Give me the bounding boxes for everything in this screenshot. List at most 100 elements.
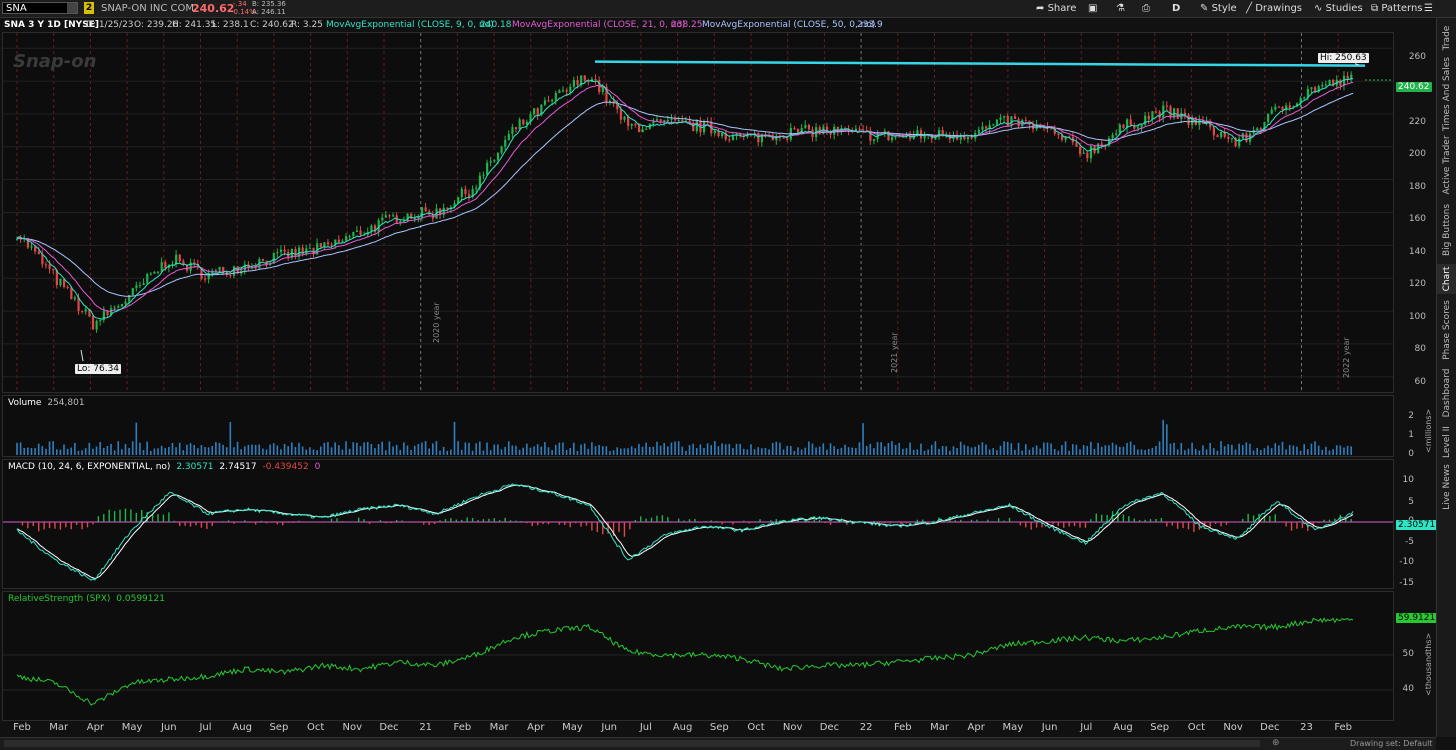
macd-tag: 2.30571 [1396, 520, 1438, 530]
ema9-label[interactable]: MovAvgExponential (CLOSE, 9, 0, no) [326, 18, 494, 32]
time-axis-label: Apr [86, 722, 105, 733]
volume-bar [439, 450, 441, 455]
patterns-button[interactable]: ⧉ Patterns [1371, 1, 1423, 16]
volume-bar [627, 448, 629, 455]
macd-histogram-bar [59, 522, 62, 530]
macd-histogram-bar [119, 509, 121, 522]
price-panel[interactable]: Snap-on Hi: 250.63 Lo: 76.34 2020 year 2… [2, 32, 1394, 393]
volume-bar [862, 423, 864, 455]
volume-bar [750, 444, 752, 455]
ohlc-date: D: 1/25/23 [86, 20, 134, 30]
volume-bar [424, 441, 427, 455]
flask-icon[interactable]: ⚗ [1116, 1, 1125, 16]
rs-label[interactable]: RelativeStrength (SPX) [8, 594, 110, 604]
style-button[interactable]: ✎ Style [1200, 1, 1237, 16]
scrollbar-track[interactable] [4, 740, 1260, 747]
candle-body [1256, 128, 1259, 130]
volume-bar [395, 444, 398, 455]
macd-axis[interactable]: 10 5 0 -5 -10 -15 2.30571 [1394, 459, 1438, 589]
volume-bar [970, 447, 973, 455]
macd-signal-line [16, 484, 1354, 579]
menu-icon[interactable]: ☰ [1424, 1, 1433, 16]
sidebar-tab-live-news[interactable]: Live News [1437, 464, 1456, 510]
volume-bar [587, 448, 590, 455]
snapshot-icon[interactable]: ▣ [1088, 1, 1097, 16]
price-axis[interactable]: 260 240 220 200 180 160 140 120 100 80 6… [1394, 32, 1432, 393]
sidebar-tab-label: Level II [1442, 426, 1452, 458]
macd-histogram-bar [1144, 519, 1146, 522]
volume-panel[interactable]: Volume 254,801 [2, 395, 1394, 457]
volume-bar [652, 446, 655, 455]
candle-body [659, 119, 662, 122]
volume-bar [356, 442, 358, 455]
horizontal-scrollbar[interactable]: ⊕ Drawing set: Default [0, 737, 1436, 750]
candle-body [341, 240, 344, 242]
sidebar-tab-level-ii[interactable]: Level II [1437, 424, 1456, 460]
volume-bar [262, 448, 264, 455]
sidebar-tab-phase-scores[interactable]: Phase Scores [1437, 298, 1456, 362]
time-axis-label: 22 [859, 722, 873, 733]
sidebar-tab-chart[interactable]: Chart [1437, 264, 1456, 294]
volume-bar [1133, 444, 1136, 455]
volume-bar [1231, 444, 1233, 455]
studies-icon: ∿ [1314, 3, 1326, 14]
volume-bar [388, 441, 391, 455]
volume-bar [677, 441, 680, 455]
volume-bar [1325, 446, 1327, 455]
macd-histogram-bar [987, 519, 989, 522]
volume-bar [1238, 443, 1240, 455]
volume-bar [869, 443, 872, 455]
macd-histogram-bar [1171, 522, 1173, 526]
sidebar-tab-trade[interactable]: Trade [1437, 18, 1456, 58]
share-button[interactable]: ➦ Share [1036, 1, 1076, 16]
rs-axis[interactable]: 50 40 59.9121 <thousandths> [1394, 591, 1438, 721]
sidebar-tab-big-buttons[interactable]: Big Buttons [1437, 202, 1456, 258]
volume-bar [688, 445, 691, 455]
sidebar-tab-dashboard[interactable]: Dashboard [1437, 366, 1456, 420]
volume-bar [1245, 442, 1248, 455]
candle-body [1270, 109, 1273, 114]
volume-bar [229, 421, 232, 455]
chevron-down-icon[interactable] [67, 3, 77, 13]
ema50-label[interactable]: MovAvgExponential (CLOSE, 50, 0, no) [702, 18, 875, 32]
macd-histogram-bar [412, 522, 414, 523]
drawings-button[interactable]: ╱ Drawings [1246, 1, 1302, 16]
sidebar-tab-label: Trade [1442, 25, 1452, 51]
drawing-set-status[interactable]: Drawing set: Default [1350, 739, 1433, 748]
symbol-input[interactable]: SNA [2, 2, 78, 14]
sidebar-tab-times-and-sales[interactable]: Times And Sales [1437, 57, 1456, 131]
macd-value: 2.30571 [176, 462, 214, 472]
volume-bar [739, 443, 741, 455]
volume-bar [764, 448, 767, 455]
volume-bar [1281, 441, 1284, 455]
volume-label[interactable]: Volume [8, 398, 41, 408]
link-group-badge[interactable]: 2 [84, 2, 94, 14]
macd-histogram-bar [16, 522, 18, 523]
macd-histogram-bar [1133, 518, 1135, 522]
ema21-label[interactable]: MovAvgExponential (CLOSE, 21, 0, no) [512, 18, 685, 32]
print-icon[interactable]: ⎙ [1142, 1, 1150, 16]
volume-bar [504, 446, 506, 455]
chart-title[interactable]: SNA 3 Y 1D [NYSE] [4, 18, 99, 32]
interval-button[interactable]: D [1172, 1, 1180, 16]
candle-body [634, 124, 637, 126]
rs-panel[interactable]: RelativeStrength (SPX) 0.0599121 [2, 591, 1394, 721]
macd-histogram-bar [1084, 522, 1087, 528]
volume-bar [146, 441, 148, 455]
candle-body [1089, 146, 1093, 159]
macd-label[interactable]: MACD (10, 24, 6, EXPONENTIAL, no) [8, 462, 170, 472]
macd-histogram-bar [27, 522, 29, 529]
studies-button[interactable]: ∿ Studies [1314, 1, 1363, 16]
volume-bar [847, 447, 850, 455]
macd-histogram-bar [721, 522, 723, 525]
candle-body [146, 274, 149, 284]
volume-axis[interactable]: 2 1 0 <millions> [1394, 395, 1433, 459]
zoom-icon[interactable]: ⊕ [1272, 738, 1280, 748]
sidebar-tab-active-trader[interactable]: Active Trader [1437, 134, 1456, 196]
volume-bar [1035, 445, 1038, 455]
candle-body [229, 275, 232, 277]
macd-panel[interactable]: MACD (10, 24, 6, EXPONENTIAL, no) 2.3057… [2, 459, 1394, 589]
volume-bar [540, 446, 543, 455]
macd-zero: 0 [314, 462, 321, 472]
volume-bar [775, 441, 778, 455]
